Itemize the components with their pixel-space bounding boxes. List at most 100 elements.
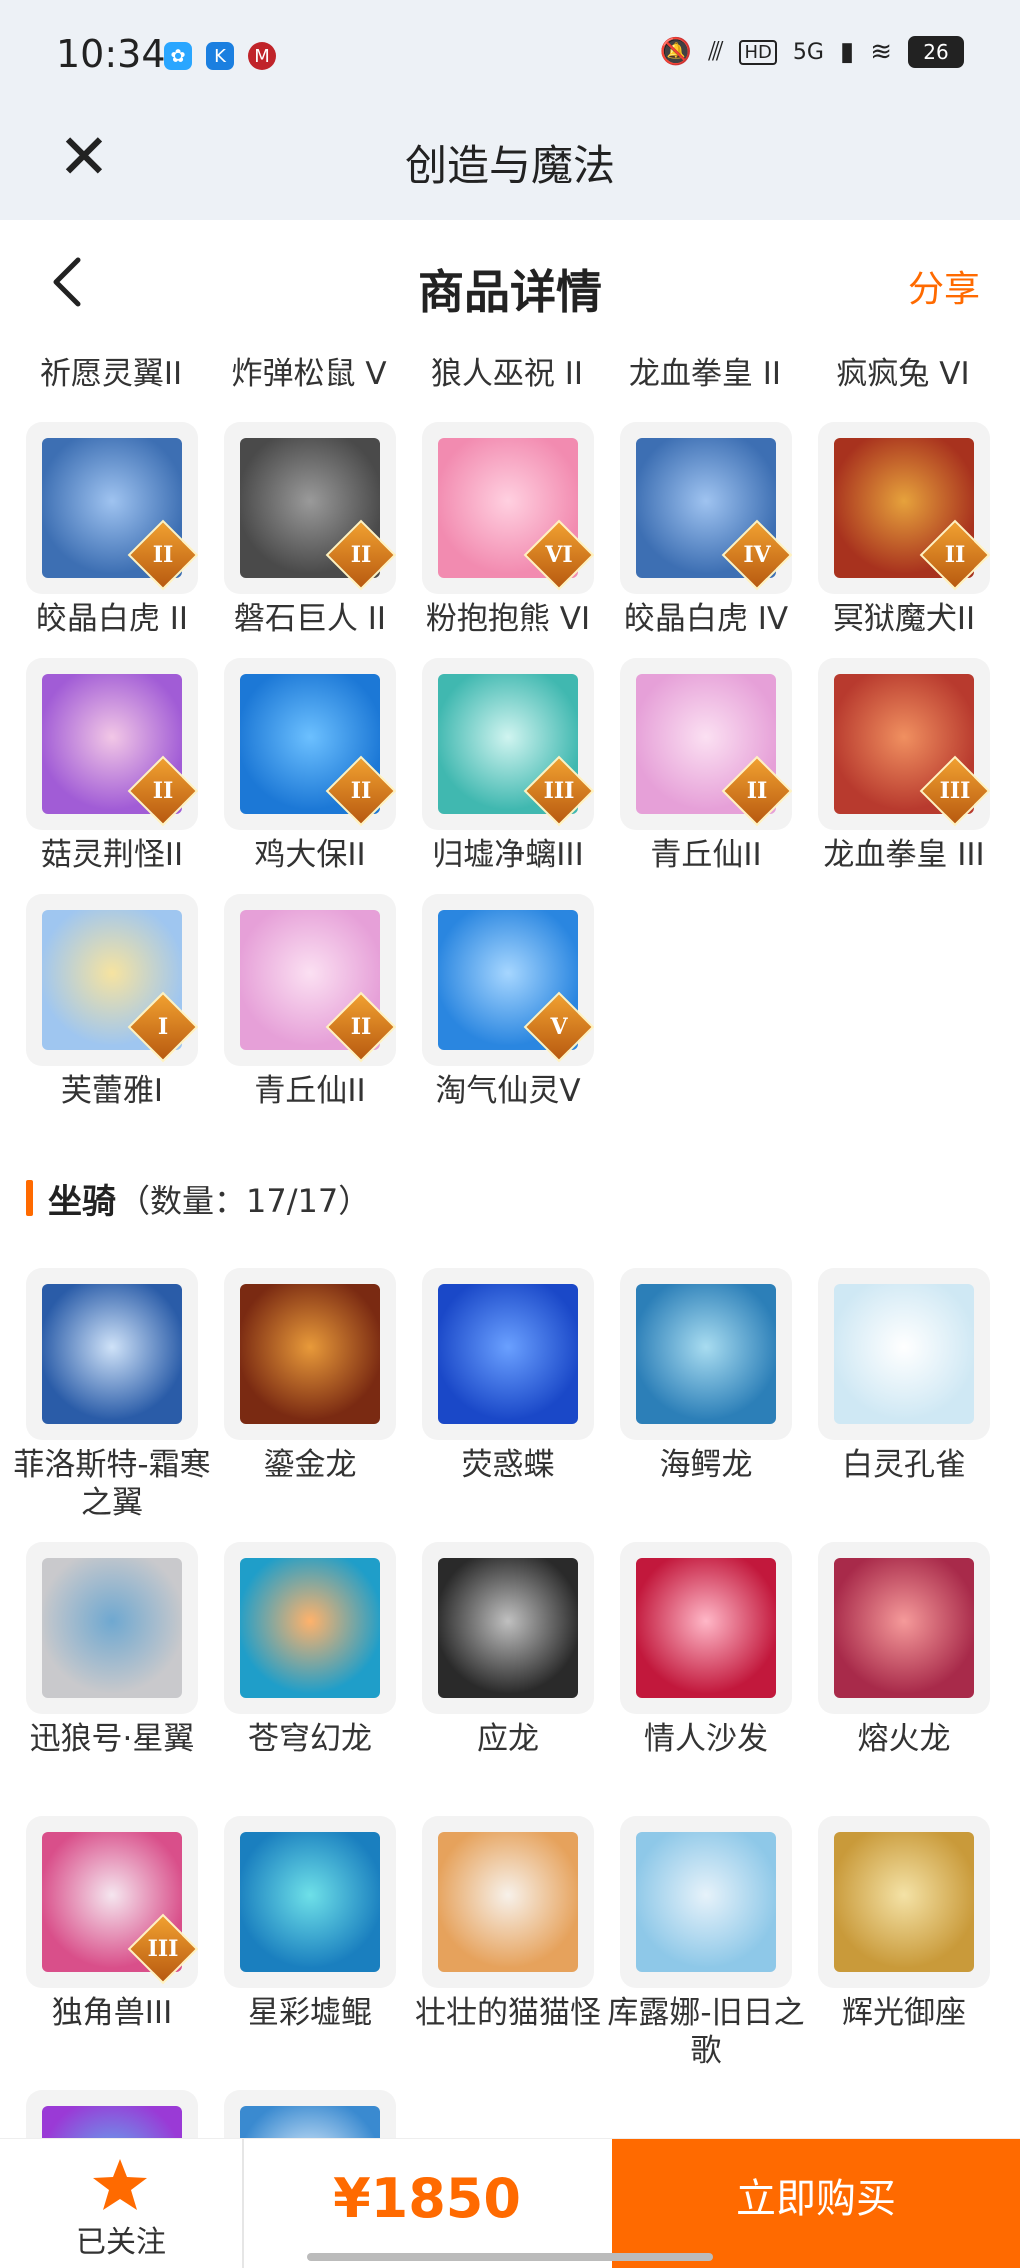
mount-item[interactable]: 情人沙发: [620, 1542, 792, 1758]
mount-image: [438, 1558, 578, 1698]
mount-image: [636, 1832, 776, 1972]
rank-badge-label: III: [543, 778, 575, 804]
mount-item[interactable]: 苍穹幻龙: [224, 1542, 396, 1758]
mount-item[interactable]: 壮壮的猫猫怪: [415, 1816, 601, 2032]
mount-image: [834, 1558, 974, 1698]
mount-item[interactable]: 菲洛斯特-霜寒之翼: [13, 1268, 211, 1522]
pet-item[interactable]: III 龙血拳皇 III: [818, 658, 990, 874]
pet-thumbnail: IV: [620, 422, 792, 594]
mount-thumbnail: [224, 1816, 396, 1988]
mount-name: 独角兽III: [51, 1995, 173, 2031]
pet-name: 疯疯兔 VI: [836, 356, 970, 392]
mount-thumbnail: [422, 1542, 594, 1714]
mount-item[interactable]: 白灵孔雀: [818, 1268, 990, 1484]
pet-item[interactable]: II 青丘仙II: [224, 894, 396, 1110]
mount-thumbnail: [818, 1542, 990, 1714]
rank-badge-label: III: [147, 1936, 179, 1962]
pet-item[interactable]: V 淘气仙灵V: [422, 894, 594, 1110]
network-type: 5G: [792, 39, 824, 65]
mount-thumbnail: [818, 1816, 990, 1988]
pet-name: 磐石巨人 II: [233, 601, 387, 637]
partial-row-labels: 祈愿灵翼II 炸弹松鼠 V 狼人巫祝 II 龙血拳皇 II 疯疯兔 VI: [0, 350, 1020, 410]
mount-name: 应龙: [477, 1721, 539, 1757]
rank-badge-label: VI: [545, 542, 573, 568]
section-title: 坐骑: [48, 1182, 116, 1222]
mount-name: 库露娜-旧日之歌: [607, 1995, 805, 2069]
rank-badge-label: II: [152, 542, 174, 568]
pet-thumbnail: II: [620, 658, 792, 830]
buy-now-button[interactable]: 立即购买: [612, 2139, 1020, 2268]
mount-image: [636, 1284, 776, 1424]
mount-item[interactable]: [26, 2090, 198, 2138]
mount-name: 鎏金龙: [263, 1447, 357, 1483]
pet-item[interactable]: VI 粉抱抱熊 VI: [422, 422, 594, 638]
mount-item[interactable]: 熔火龙: [818, 1542, 990, 1758]
pet-name: 皎晶白虎 IV: [623, 601, 789, 637]
pet-item[interactable]: II 磐石巨人 II: [224, 422, 396, 638]
pet-item[interactable]: II 菇灵荆怪II: [26, 658, 198, 874]
mount-item[interactable]: 星彩墟鲲: [224, 1816, 396, 2032]
follow-button[interactable]: 已关注: [0, 2139, 244, 2268]
mount-item[interactable]: 库露娜-旧日之歌: [607, 1816, 805, 2070]
mount-item[interactable]: 迅狼号·星翼: [26, 1542, 198, 1758]
status-bar: 10:34 ✿ K M 🔕 ⫻ HD 5G ▮ ≋ 26: [0, 0, 1020, 110]
page-header: 商品详情 分享: [0, 220, 1020, 350]
pet-thumbnail: II: [26, 658, 198, 830]
pet-thumbnail: II: [224, 658, 396, 830]
mount-item[interactable]: III 独角兽III: [26, 1816, 198, 2032]
page-title: 商品详情: [418, 265, 602, 319]
star-icon: [93, 2159, 147, 2210]
mount-thumbnail: [620, 1268, 792, 1440]
mount-thumbnail: [224, 1542, 396, 1714]
pet-name: 鸡大保II: [254, 837, 366, 873]
mount-thumbnail: [422, 1268, 594, 1440]
pet-thumbnail: II: [224, 422, 396, 594]
rank-badge-label: II: [350, 1014, 372, 1040]
home-indicator[interactable]: [307, 2253, 713, 2261]
pet-item[interactable]: IV 皎晶白虎 IV: [620, 422, 792, 638]
rank-badge-label: I: [157, 1014, 169, 1040]
clock: 10:34: [56, 32, 166, 76]
pet-name: 青丘仙II: [650, 837, 762, 873]
mount-name: 苍穹幻龙: [248, 1721, 372, 1757]
pet-item[interactable]: I 芙蕾雅I: [26, 894, 198, 1110]
pet-item[interactable]: III 归墟净螭III: [422, 658, 594, 874]
item-list[interactable]: 祈愿灵翼II 炸弹松鼠 V 狼人巫祝 II 龙血拳皇 II 疯疯兔 VI II 皎晶白虎 …: [0, 350, 1020, 2138]
mount-item[interactable]: 应龙: [422, 1542, 594, 1758]
mount-name: 情人沙发: [644, 1721, 768, 1757]
pet-name: 祈愿灵翼II: [39, 356, 183, 392]
mount-name: 迅狼号·星翼: [29, 1721, 195, 1757]
pet-name: 菇灵荆怪II: [40, 837, 184, 873]
mount-item[interactable]: 鎏金龙: [224, 1268, 396, 1484]
mount-thumbnail: [26, 1542, 198, 1714]
mount-thumbnail: III: [26, 1816, 198, 1988]
mount-item[interactable]: 海鳄龙: [620, 1268, 792, 1484]
mount-image: [834, 1832, 974, 1972]
mount-image: [834, 1284, 974, 1424]
pet-thumbnail: III: [422, 658, 594, 830]
pet-item[interactable]: II 青丘仙II: [620, 658, 792, 874]
rank-badge-label: II: [350, 542, 372, 568]
mount-item[interactable]: 辉光御座: [818, 1816, 990, 2032]
mount-name: 白灵孔雀: [842, 1447, 966, 1483]
share-button[interactable]: 分享: [908, 260, 980, 312]
mount-thumbnail: [818, 1268, 990, 1440]
rank-badge-label: IV: [743, 542, 771, 568]
mount-item[interactable]: [224, 2090, 396, 2138]
app-title: 创造与魔法: [404, 141, 615, 190]
mount-image: [438, 1284, 578, 1424]
pet-thumbnail: V: [422, 894, 594, 1066]
mount-name: 星彩墟鲲: [248, 1995, 372, 2031]
pet-item[interactable]: II 皎晶白虎 II: [26, 422, 198, 638]
pet-name: 炸弹松鼠 V: [231, 356, 387, 392]
mount-name: 菲洛斯特-霜寒之翼: [13, 1447, 211, 1521]
pet-item[interactable]: II 鸡大保II: [224, 658, 396, 874]
pet-name: 皎晶白虎 II: [35, 601, 189, 637]
pet-item[interactable]: II 冥狱魔犬II: [818, 422, 990, 638]
mount-name: 荧惑蝶: [461, 1447, 555, 1483]
mount-image: [636, 1558, 776, 1698]
pet-name: 粉抱抱熊 VI: [425, 601, 591, 637]
mount-thumbnail: [620, 1542, 792, 1714]
mount-item[interactable]: 荧惑蝶: [422, 1268, 594, 1484]
follow-label: 已关注: [76, 2225, 166, 2260]
